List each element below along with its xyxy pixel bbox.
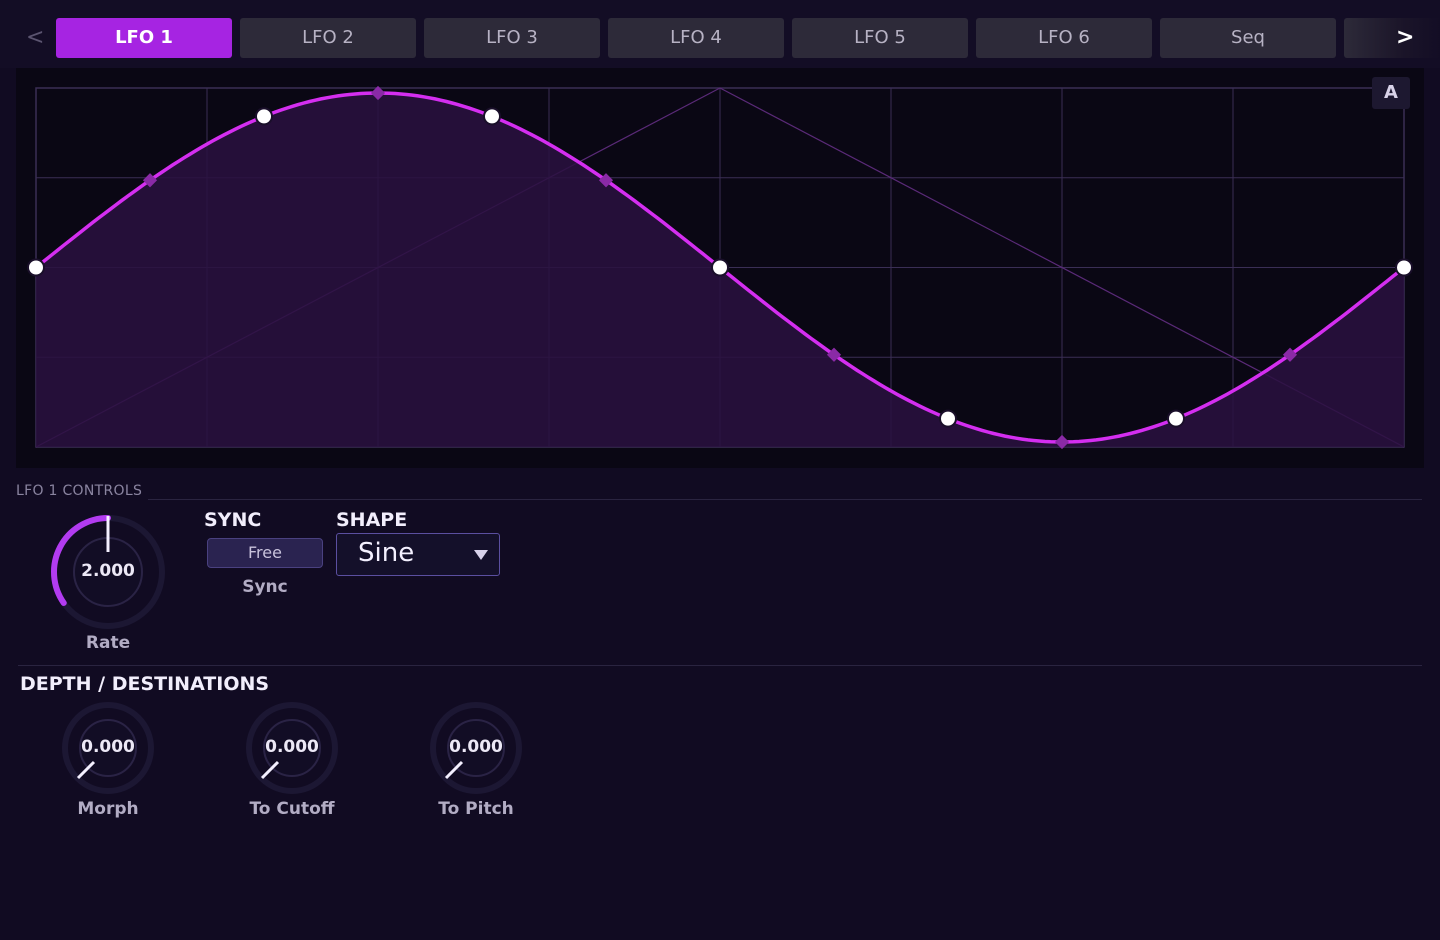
graph-mode-badge[interactable]: A xyxy=(1372,77,1410,109)
lfo-waveform-editor[interactable] xyxy=(0,0,1440,470)
waveform-point-handle[interactable] xyxy=(1167,409,1185,428)
to-cutoff-knob[interactable]: 0.000 xyxy=(242,698,342,802)
rate-knob[interactable]: 2.000 xyxy=(48,512,168,636)
shape-dropdown[interactable]: Sine xyxy=(336,533,500,576)
waveform-point-handle[interactable] xyxy=(1395,258,1413,277)
waveform-point-handle[interactable] xyxy=(939,409,957,428)
to-pitch-knob[interactable]: 0.000 xyxy=(426,698,526,802)
morph-label: Morph xyxy=(77,799,139,819)
sync-free-button[interactable]: Free xyxy=(207,538,323,568)
waveform-point-handle[interactable] xyxy=(711,258,729,277)
waveform-point-handle[interactable] xyxy=(255,107,273,126)
to-pitch-value: 0.000 xyxy=(449,737,503,757)
chevron-down-icon xyxy=(474,550,488,560)
shape-selected-value: Sine xyxy=(358,538,415,568)
to-cutoff-label: To Cutoff xyxy=(249,799,335,819)
morph-value: 0.000 xyxy=(81,737,135,757)
to-pitch-label: To Pitch xyxy=(438,799,514,819)
depth-divider xyxy=(18,665,1422,666)
depth-title: DEPTH / DESTINATIONS xyxy=(20,673,270,695)
rate-label: Rate xyxy=(85,633,131,653)
sync-toggle-label[interactable]: Sync xyxy=(207,577,323,597)
controls-section-label: LFO 1 CONTROLS xyxy=(16,483,143,499)
waveform-point-handle[interactable] xyxy=(27,258,45,277)
waveform-point-handle[interactable] xyxy=(483,107,501,126)
morph-knob[interactable]: 0.000 xyxy=(58,698,158,802)
controls-divider xyxy=(148,499,1422,500)
tab-scroll-right-button[interactable]: > xyxy=(1396,18,1414,58)
shape-title: SHAPE xyxy=(336,509,408,531)
rate-value: 2.000 xyxy=(81,561,135,581)
to-cutoff-value: 0.000 xyxy=(265,737,319,757)
sync-title: SYNC xyxy=(204,509,262,531)
